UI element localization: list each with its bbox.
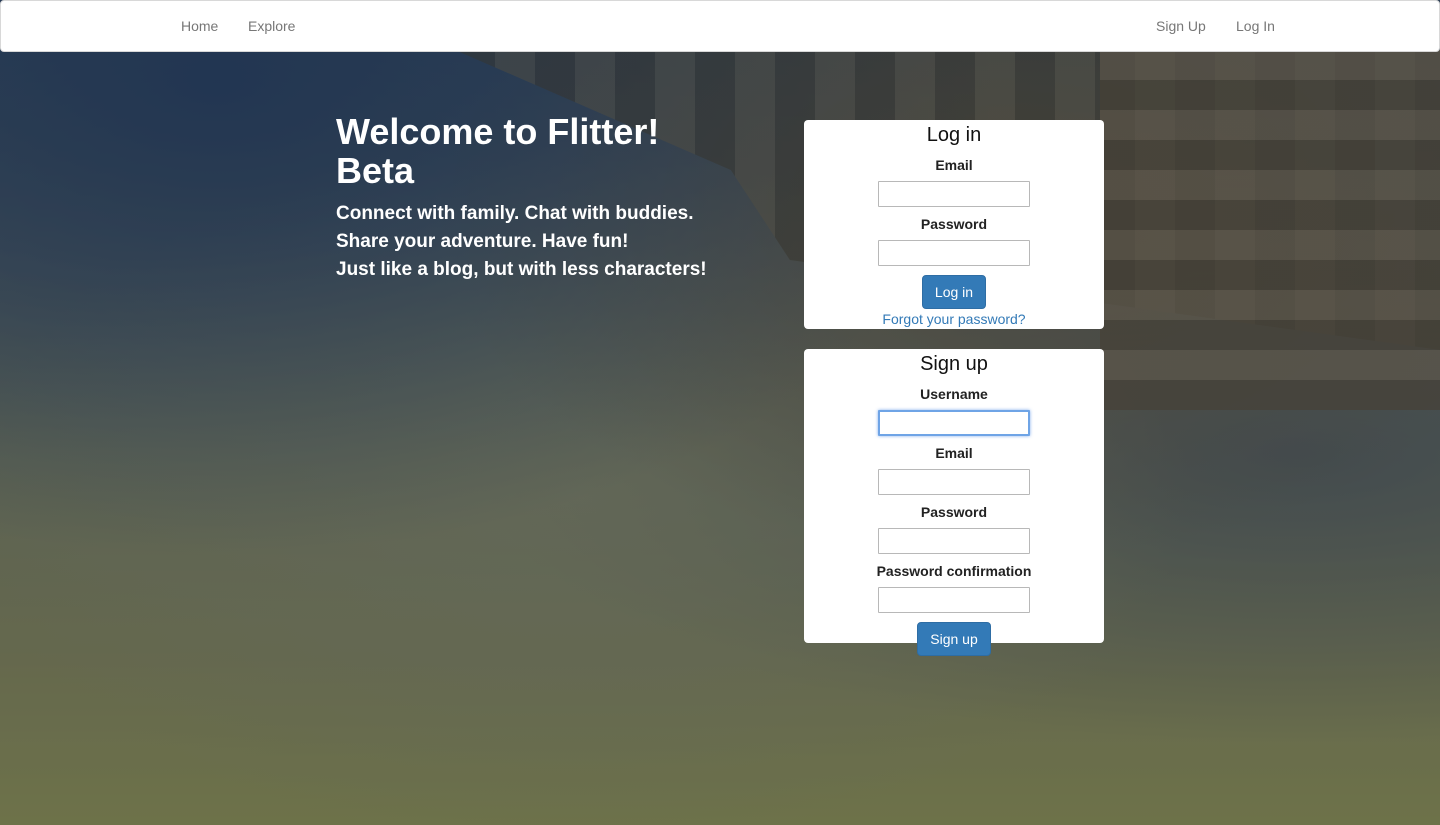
signup-password-confirmation-input[interactable] xyxy=(878,587,1030,613)
top-navbar: Home Explore Sign Up Log In xyxy=(0,0,1440,52)
login-password-label: Password xyxy=(920,216,988,232)
nav-explore-link[interactable]: Explore xyxy=(248,1,295,51)
login-password-input[interactable] xyxy=(878,240,1030,266)
login-email-input[interactable] xyxy=(878,181,1030,207)
signup-username-input[interactable] xyxy=(878,410,1030,436)
login-email-label: Email xyxy=(935,157,973,173)
hero-section: Welcome to Flitter! Beta Connect with fa… xyxy=(336,112,736,284)
hero-tagline: Connect with family. Chat with buddies. … xyxy=(336,200,716,284)
login-submit-button[interactable]: Log in xyxy=(921,275,987,309)
hero-tagline-line2: Share your adventure. Have fun! xyxy=(336,231,629,252)
signup-password-confirmation-label: Password confirmation xyxy=(876,563,1032,579)
hero-title: Welcome to Flitter! Beta xyxy=(336,112,736,190)
signup-title: Sign up xyxy=(920,353,988,375)
signup-username-label: Username xyxy=(920,386,988,402)
hero-tagline-line3: Just like a blog, but with less characte… xyxy=(336,259,707,280)
nav-login-link[interactable]: Log In xyxy=(1236,1,1275,51)
signup-password-label: Password xyxy=(920,504,988,520)
signup-email-label: Email xyxy=(935,445,973,461)
signup-submit-button[interactable]: Sign up xyxy=(917,622,991,656)
signup-email-input[interactable] xyxy=(878,469,1030,495)
nav-home-link[interactable]: Home xyxy=(181,1,218,51)
login-title: Log in xyxy=(926,124,982,146)
login-panel: Log in Email Password Log in Forgot your… xyxy=(804,120,1104,329)
nav-signup-link[interactable]: Sign Up xyxy=(1156,1,1206,51)
signup-password-input[interactable] xyxy=(878,528,1030,554)
hero-title-line1: Welcome to Flitter! xyxy=(336,111,660,152)
forgot-password-link[interactable]: Forgot your password? xyxy=(804,311,1104,327)
signup-panel: Sign up Username Email Password Password… xyxy=(804,349,1104,656)
hero-tagline-line1: Connect with family. Chat with buddies. xyxy=(336,203,694,224)
hero-title-line2: Beta xyxy=(336,150,415,191)
